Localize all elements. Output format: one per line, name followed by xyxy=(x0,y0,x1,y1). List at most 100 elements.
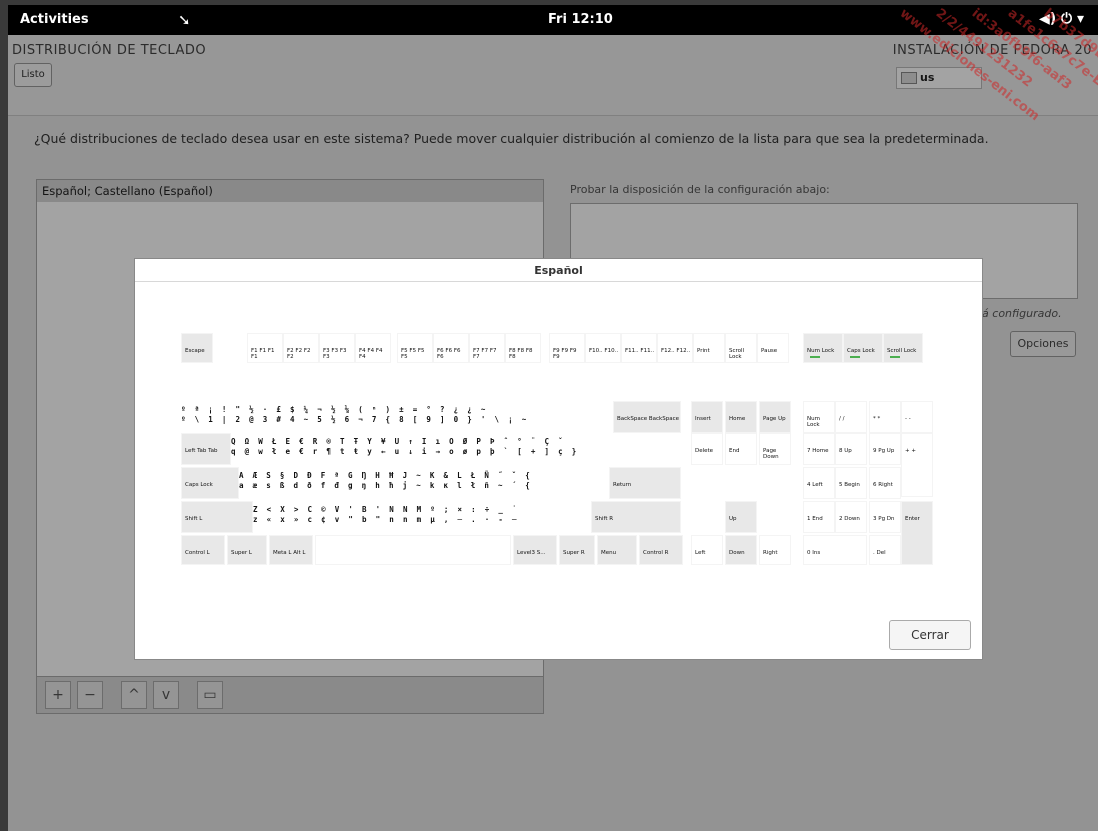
keyboard-key: F8 F8 F8 F8 xyxy=(505,333,541,363)
key-label: 1 End xyxy=(807,516,823,522)
close-button[interactable]: Cerrar xyxy=(889,620,971,650)
keyboard-key: F4 F4 F4 F4 xyxy=(355,333,391,363)
keyboard-key: F7 F7 F7 F7 xyxy=(469,333,505,363)
key-label: 4 Left xyxy=(807,482,823,488)
keyboard-key: Down xyxy=(725,535,757,565)
key-label: F11.. F11.. xyxy=(625,348,655,354)
keyboard-key: Caps Lock xyxy=(181,467,239,499)
keyboard-key: F10.. F10.. xyxy=(585,333,621,363)
key-label: 7 Home xyxy=(807,448,829,454)
keyboard-key: 2 Down xyxy=(835,501,867,533)
key-row-labels: q @ w ł e € r ¶ t ŧ y ← u ↓ i → o ø p þ … xyxy=(231,447,579,456)
key-label: F5 F5 F5 F5 xyxy=(401,348,425,360)
keyboard-key: 3 Pg Dn xyxy=(869,501,901,533)
keyboard-key: BackSpace BackSpace xyxy=(613,401,681,433)
key-row-labels: º \ 1 | 2 @ 3 # 4 ~ 5 ½ 6 ¬ 7 { 8 [ 9 ] … xyxy=(181,415,529,424)
key-label: Page Down xyxy=(763,448,779,460)
keyboard-layout-dialog: Español Escape F1 F1 F1 F1 F2 F2 F2 F2 F3 F… xyxy=(134,258,983,660)
keyboard-key: Return xyxy=(609,467,681,499)
key-label: Caps Lock xyxy=(847,348,875,354)
keyboard-key: - - xyxy=(901,401,933,433)
keyboard-key: Insert xyxy=(691,401,723,433)
keyboard-key: F5 F5 F5 F5 xyxy=(397,333,433,363)
keyboard-key: Delete xyxy=(691,433,723,465)
key-label: Scroll Lock xyxy=(887,348,917,354)
keyboard-key: Control R xyxy=(639,535,683,565)
key-label: Meta L Alt L xyxy=(273,550,306,556)
key-label: 9 Pg Up xyxy=(873,448,895,454)
keyboard-key: F9 F9 F9 F9 xyxy=(549,333,585,363)
key-label: Shift R xyxy=(595,516,614,522)
key-label: 0 Ins xyxy=(807,550,821,556)
keyboard-key: Page Down xyxy=(759,433,791,465)
key-label: F10.. F10.. xyxy=(589,348,619,354)
key-label: 2 Down xyxy=(839,516,860,522)
key-label: Down xyxy=(729,550,745,556)
keyboard-key: . Del xyxy=(869,535,901,565)
key-label: 5 Begin xyxy=(839,482,860,488)
keyboard-key: Pause xyxy=(757,333,789,363)
keyboard-key: / / xyxy=(835,401,867,433)
keyboard-key: Control L xyxy=(181,535,225,565)
key-label: F6 F6 F6 F6 xyxy=(437,348,461,360)
keyboard-key: Level3 S... xyxy=(513,535,557,565)
key-label: . Del xyxy=(873,550,886,556)
led-indicator xyxy=(810,356,820,358)
key-label: Left Tab Tab xyxy=(185,448,218,454)
keyboard-key: Home xyxy=(725,401,757,433)
keyboard-key: 1 End xyxy=(803,501,835,533)
keyboard-key: Meta L Alt L xyxy=(269,535,313,565)
key-label: Shift L xyxy=(185,516,203,522)
key-label: Page Up xyxy=(763,416,786,422)
key-label: Super R xyxy=(563,550,585,556)
key-label: Right xyxy=(763,550,778,556)
key-label: Up xyxy=(729,516,737,522)
keyboard-key: F3 F3 F3 F3 xyxy=(319,333,355,363)
key-label: Num Lock xyxy=(807,416,820,428)
key-label: - - xyxy=(905,416,911,422)
keyboard-key: Left Tab Tab xyxy=(181,433,231,465)
keyboard-key: Super R xyxy=(559,535,595,565)
key-label: Control L xyxy=(185,550,210,556)
key-label: 8 Up xyxy=(839,448,852,454)
keyboard-key: Scroll Lock xyxy=(883,333,923,363)
key-label: * * xyxy=(873,416,881,422)
key-label: Left xyxy=(695,550,706,556)
keyboard-key: Shift L xyxy=(181,501,253,533)
keyboard-key: F1 F1 F1 F1 xyxy=(247,333,283,363)
keyboard-key: 9 Pg Up xyxy=(869,433,901,465)
key-label: Print xyxy=(697,348,710,354)
keyboard-key: Num Lock xyxy=(803,333,843,363)
led-indicator xyxy=(890,356,900,358)
keyboard-key: F2 F2 F2 F2 xyxy=(283,333,319,363)
key-row-labels: z « x » c ¢ v " b " n n m µ , ─ . · - ─ xyxy=(253,515,519,524)
keyboard-key: F6 F6 F6 F6 xyxy=(433,333,469,363)
key-label: Super L xyxy=(231,550,252,556)
keyboard-key: Up xyxy=(725,501,757,533)
keyboard-key: 4 Left xyxy=(803,467,835,499)
key-row-labels: A Æ S § D Ð F ª G Ŋ H Ħ J ~ K & L Ł Ñ ˝ … xyxy=(239,471,533,480)
key-row-labels: a æ s ß d ð f đ g ŋ h ħ j ~ k ĸ l ł ñ ~ … xyxy=(239,481,533,490)
dialog-title: Español xyxy=(534,264,583,277)
key-label: Scroll Lock xyxy=(729,348,745,360)
clock[interactable]: Fri 12:10 xyxy=(548,12,613,27)
activities-button[interactable]: Activities xyxy=(20,12,89,27)
key-label: Home xyxy=(729,416,746,422)
keyboard-key: F11.. F11.. xyxy=(621,333,657,363)
keyboard-key: Super L xyxy=(227,535,267,565)
keyboard-key: End xyxy=(725,433,757,465)
key-label: Caps Lock xyxy=(185,482,213,488)
key-label: / / xyxy=(839,416,845,422)
key-label: Num Lock xyxy=(807,348,835,354)
keyboard-key: Escape xyxy=(181,333,213,363)
key-row-labels: Q Ω W Ł E € R ® T Ŧ Y ¥ U ↑ I ı O Ø P Þ … xyxy=(231,437,565,446)
keyboard-key: Print xyxy=(693,333,725,363)
key-label: BackSpace BackSpace xyxy=(617,416,679,422)
keyboard-key: * * xyxy=(869,401,901,433)
key-row-labels: º ª ¡ ! " ½ · £ $ ¼ ¬ ½ ⅛ ( ⁿ ) ± = ° ? … xyxy=(181,405,488,414)
led-indicator xyxy=(850,356,860,358)
key-label: F2 F2 F2 F2 xyxy=(287,348,311,360)
dialog-divider xyxy=(135,281,982,282)
key-label: F4 F4 F4 F4 xyxy=(359,348,383,360)
key-label: F7 F7 F7 F7 xyxy=(473,348,497,360)
